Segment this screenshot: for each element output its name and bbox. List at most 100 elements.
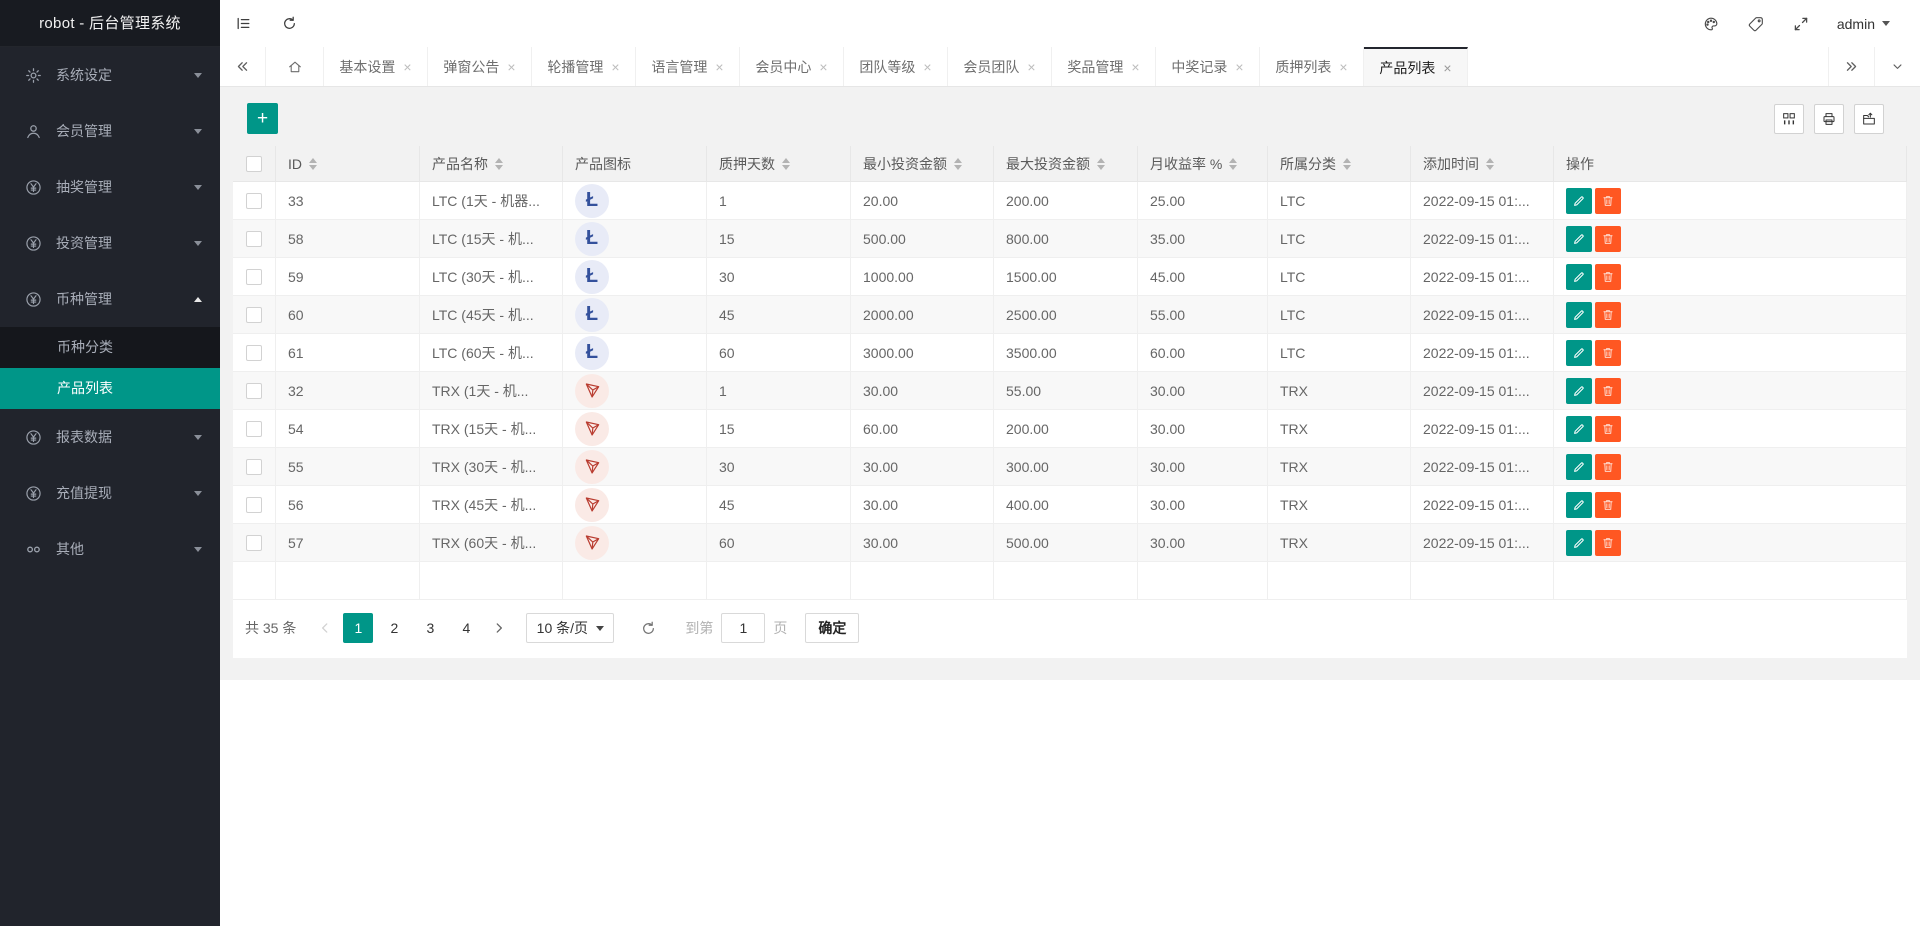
tab-close-icon[interactable]: ×	[1027, 60, 1035, 74]
row-checkbox[interactable]	[246, 231, 262, 247]
tab-轮播管理[interactable]: 轮播管理×	[532, 47, 636, 86]
tab-中奖记录[interactable]: 中奖记录×	[1156, 47, 1260, 86]
tab-弹窗公告[interactable]: 弹窗公告×	[428, 47, 532, 86]
sort-asc-icon[interactable]	[782, 154, 790, 163]
sort-icon[interactable]	[495, 154, 503, 174]
delete-button[interactable]	[1595, 340, 1621, 366]
row-checkbox[interactable]	[246, 535, 262, 551]
fullscreen-icon[interactable]	[1792, 15, 1810, 33]
tab-基本设置[interactable]: 基本设置×	[324, 47, 428, 86]
sort-icon[interactable]	[1343, 154, 1351, 174]
select-all-checkbox[interactable]	[246, 156, 262, 172]
admin-dropdown[interactable]: admin	[1837, 16, 1890, 32]
sidebar-item-抽奖管理[interactable]: 抽奖管理	[0, 159, 220, 215]
tab-close-icon[interactable]: ×	[819, 60, 827, 74]
sort-asc-icon[interactable]	[1097, 154, 1105, 163]
sort-desc-icon[interactable]	[495, 165, 503, 174]
tab-close-icon[interactable]: ×	[1339, 60, 1347, 74]
row-checkbox[interactable]	[246, 307, 262, 323]
tag-icon[interactable]	[1747, 15, 1765, 33]
refresh-icon[interactable]	[266, 0, 312, 47]
row-checkbox[interactable]	[246, 459, 262, 475]
print-icon[interactable]	[1814, 104, 1844, 134]
toggle-columns-icon[interactable]	[1774, 104, 1804, 134]
goto-confirm-button[interactable]: 确定	[805, 613, 859, 643]
home-tab[interactable]	[266, 47, 324, 86]
sidebar-item-充值提现[interactable]: 充值提现	[0, 465, 220, 521]
row-checkbox[interactable]	[246, 193, 262, 209]
sort-desc-icon[interactable]	[1486, 165, 1494, 174]
export-icon[interactable]	[1854, 104, 1884, 134]
tab-close-icon[interactable]: ×	[1235, 60, 1243, 74]
add-product-button[interactable]: +	[247, 103, 278, 134]
delete-button[interactable]	[1595, 530, 1621, 556]
sort-icon[interactable]	[1229, 154, 1237, 174]
collapse-sidebar-icon[interactable]	[220, 0, 266, 47]
page-button-2[interactable]: 2	[379, 613, 409, 643]
edit-button[interactable]	[1566, 378, 1592, 404]
tab-close-icon[interactable]: ×	[1443, 61, 1451, 75]
tab-奖品管理[interactable]: 奖品管理×	[1052, 47, 1156, 86]
delete-button[interactable]	[1595, 264, 1621, 290]
row-checkbox[interactable]	[246, 269, 262, 285]
tabs-scroll-left-icon[interactable]	[220, 47, 266, 86]
page-size-select[interactable]: 10 条/页	[526, 613, 614, 643]
row-checkbox[interactable]	[246, 421, 262, 437]
goto-page-input[interactable]	[721, 613, 765, 643]
tab-会员团队[interactable]: 会员团队×	[948, 47, 1052, 86]
tab-close-icon[interactable]: ×	[923, 60, 931, 74]
sort-asc-icon[interactable]	[1229, 154, 1237, 163]
pagination-refresh-icon[interactable]	[640, 620, 657, 637]
edit-button[interactable]	[1566, 264, 1592, 290]
prev-page-icon[interactable]	[310, 613, 340, 643]
edit-button[interactable]	[1566, 302, 1592, 328]
sidebar-subitem-币种分类[interactable]: 币种分类	[0, 327, 220, 368]
sidebar-subitem-产品列表[interactable]: 产品列表	[0, 368, 220, 409]
sort-desc-icon[interactable]	[1343, 165, 1351, 174]
page-button-4[interactable]: 4	[451, 613, 481, 643]
delete-button[interactable]	[1595, 492, 1621, 518]
row-checkbox[interactable]	[246, 345, 262, 361]
page-button-3[interactable]: 3	[415, 613, 445, 643]
row-checkbox[interactable]	[246, 383, 262, 399]
tab-产品列表[interactable]: 产品列表×	[1364, 47, 1468, 86]
edit-button[interactable]	[1566, 530, 1592, 556]
sort-icon[interactable]	[954, 154, 962, 174]
tab-语言管理[interactable]: 语言管理×	[636, 47, 740, 86]
edit-button[interactable]	[1566, 492, 1592, 518]
row-checkbox[interactable]	[246, 497, 262, 513]
sort-desc-icon[interactable]	[954, 165, 962, 174]
edit-button[interactable]	[1566, 188, 1592, 214]
sort-icon[interactable]	[309, 154, 317, 174]
next-page-icon[interactable]	[484, 613, 514, 643]
sidebar-item-系统设定[interactable]: 系统设定	[0, 47, 220, 103]
delete-button[interactable]	[1595, 378, 1621, 404]
tabs-menu-icon[interactable]	[1874, 47, 1920, 86]
sort-desc-icon[interactable]	[1097, 165, 1105, 174]
sort-desc-icon[interactable]	[309, 165, 317, 174]
tab-质押列表[interactable]: 质押列表×	[1260, 47, 1364, 86]
sort-icon[interactable]	[1097, 154, 1105, 174]
edit-button[interactable]	[1566, 340, 1592, 366]
sidebar-item-其他[interactable]: 其他	[0, 521, 220, 577]
theme-palette-icon[interactable]	[1702, 15, 1720, 33]
sidebar-item-会员管理[interactable]: 会员管理	[0, 103, 220, 159]
tab-close-icon[interactable]: ×	[507, 60, 515, 74]
edit-button[interactable]	[1566, 416, 1592, 442]
sort-asc-icon[interactable]	[1486, 154, 1494, 163]
sort-icon[interactable]	[782, 154, 790, 174]
tab-close-icon[interactable]: ×	[715, 60, 723, 74]
sort-icon[interactable]	[1486, 154, 1494, 174]
sort-asc-icon[interactable]	[495, 154, 503, 163]
sort-desc-icon[interactable]	[782, 165, 790, 174]
delete-button[interactable]	[1595, 416, 1621, 442]
edit-button[interactable]	[1566, 454, 1592, 480]
delete-button[interactable]	[1595, 188, 1621, 214]
tab-close-icon[interactable]: ×	[611, 60, 619, 74]
tab-会员中心[interactable]: 会员中心×	[740, 47, 844, 86]
tabs-scroll-right-icon[interactable]	[1828, 47, 1874, 86]
delete-button[interactable]	[1595, 302, 1621, 328]
sidebar-item-报表数据[interactable]: 报表数据	[0, 409, 220, 465]
sidebar-item-投资管理[interactable]: 投资管理	[0, 215, 220, 271]
sort-asc-icon[interactable]	[309, 154, 317, 163]
